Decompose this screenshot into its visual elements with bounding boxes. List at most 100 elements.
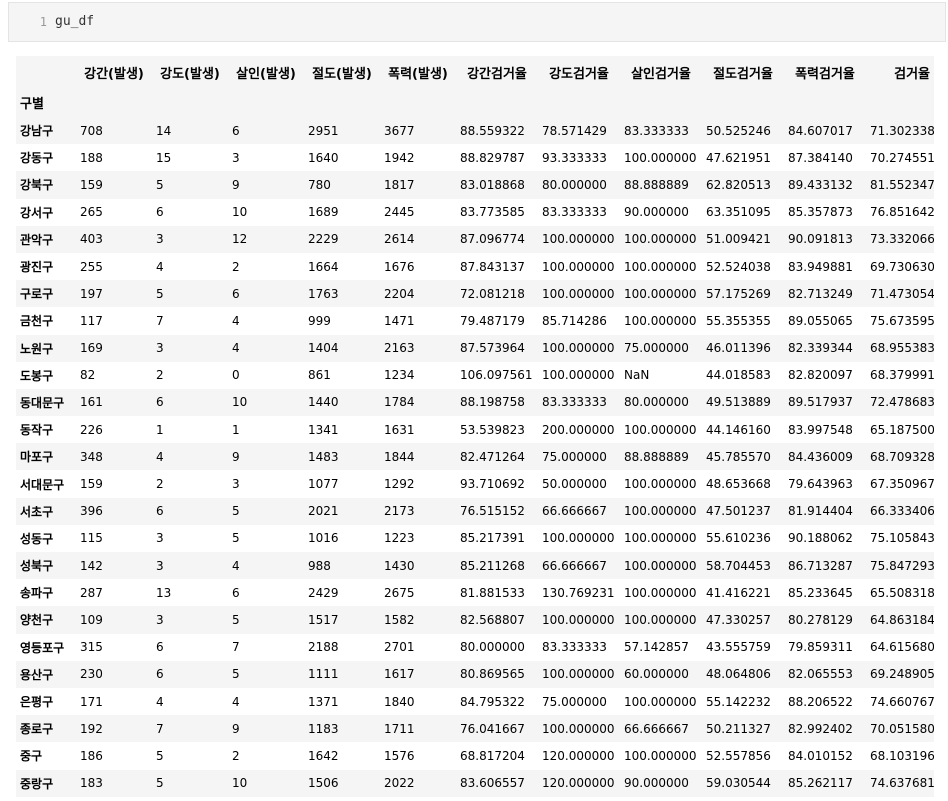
table-cell: 71.302338 [870, 123, 934, 138]
table-cell: 100.000000 [542, 232, 615, 247]
table-cell: 4 [156, 449, 164, 464]
table-cell: 1840 [384, 694, 415, 709]
table-row: 용산구 230 6 5 1111 1617 80.869565 100.000000 60.00… [16, 660, 934, 688]
table-cell: 120.000000 [542, 748, 615, 763]
table-cell: 90.000000 [624, 776, 689, 791]
table-cell: 2675 [384, 585, 415, 600]
table-cell: 115 [80, 531, 103, 546]
table-cell: 48.064806 [706, 667, 771, 682]
code-cell-input[interactable]: 1 gu_df [8, 2, 946, 42]
row-index: 강남구 [20, 124, 54, 139]
table-cell: 68.955383 [870, 341, 934, 356]
table-cell: 81.881533 [460, 585, 525, 600]
column-header: 폭력(발생) [380, 56, 456, 88]
table-cell: 41.416221 [706, 585, 771, 600]
table-cell: 100.000000 [624, 558, 697, 573]
table-cell: 2 [232, 748, 240, 763]
table-cell: 780 [308, 177, 331, 192]
table-cell: 88.559322 [460, 123, 525, 138]
table-cell: 7 [156, 313, 164, 328]
row-index: 강서구 [20, 205, 54, 220]
table-cell: 89.517937 [788, 395, 853, 410]
table-cell: 1631 [384, 422, 415, 437]
table-cell: 2 [156, 477, 164, 492]
table-cell: 81.914404 [788, 504, 853, 519]
table-cell: 396 [80, 504, 103, 519]
table-cell: 3 [232, 150, 240, 165]
row-index: 마포구 [20, 450, 54, 465]
cell-output: 강간(발생) 강도(발생) 살인(발생) 절도(발생) 폭력(발생) 강간검거율… [16, 56, 934, 797]
table-cell: 52.524038 [706, 259, 771, 274]
table-cell: 46.011396 [706, 341, 771, 356]
table-cell: 63.351095 [706, 205, 771, 220]
table-cell: 2173 [384, 504, 415, 519]
table-cell: 65.187500 [870, 422, 934, 437]
table-row: 중랑구 183 5 10 1506 2022 83.606557 120.000000 90.0… [16, 769, 934, 797]
table-cell: 5 [232, 612, 240, 627]
table-cell: 100.000000 [624, 477, 697, 492]
table-cell: 9 [232, 449, 240, 464]
table-cell: 83.773585 [460, 205, 525, 220]
table-cell: 1234 [384, 368, 415, 383]
table-cell: 9 [232, 177, 240, 192]
table-cell: 1111 [308, 667, 339, 682]
table-cell: 6 [156, 504, 164, 519]
index-name: 구별 [16, 88, 76, 117]
table-cell: 1506 [308, 776, 339, 791]
table-row: 동작구 226 1 1 1341 1631 53.539823 200.000000 100.0… [16, 416, 934, 444]
table-cell: 12 [232, 232, 248, 247]
row-index: 종로구 [20, 722, 54, 737]
table-cell: 1711 [384, 721, 415, 736]
table-cell: 1292 [384, 477, 415, 492]
table-cell: 50.211327 [706, 721, 771, 736]
table-cell: 1942 [384, 150, 415, 165]
table-cell: 5 [156, 177, 164, 192]
line-number: 1 [39, 15, 47, 29]
table-row: 영등포구 315 6 7 2188 2701 80.000000 83.333333 57.14… [16, 633, 934, 661]
table-cell: 47.330257 [706, 612, 771, 627]
table-cell: 88.888889 [624, 177, 689, 192]
table-cell: 75.673595 [870, 313, 934, 328]
table-cell: 100.000000 [542, 531, 615, 546]
row-index: 도봉구 [20, 368, 54, 383]
table-row: 강서구 265 6 10 1689 2445 83.773585 83.333333 90.00… [16, 198, 934, 226]
table-cell: 87.843137 [460, 259, 525, 274]
table-cell: 69.248905 [870, 667, 934, 682]
table-cell: 82.713249 [788, 286, 853, 301]
row-index: 광진구 [20, 260, 54, 275]
table-cell: 403 [80, 232, 103, 247]
table-cell: 84.607017 [788, 123, 853, 138]
code-text[interactable]: gu_df [55, 3, 94, 41]
table-cell: 75.000000 [624, 341, 689, 356]
table-cell: 89.055065 [788, 313, 853, 328]
table-cell: 188 [80, 150, 103, 165]
table-cell: 55.142232 [706, 694, 771, 709]
table-cell: 83.606557 [460, 776, 525, 791]
table-cell: 1817 [384, 177, 415, 192]
table-cell: 1582 [384, 612, 415, 627]
table-cell: 79.487179 [460, 313, 525, 328]
table-cell: 100.000000 [624, 259, 697, 274]
row-index: 구로구 [20, 287, 54, 302]
table-cell: 100.000000 [542, 341, 615, 356]
table-cell: 4 [232, 558, 240, 573]
column-header-row: 강간(발생) 강도(발생) 살인(발생) 절도(발생) 폭력(발생) 강간검거율… [16, 56, 934, 88]
column-header: 살인(발생) [228, 56, 304, 88]
table-cell: 88.829787 [460, 150, 525, 165]
table-row: 강남구 708 14 6 2951 3677 88.559322 78.571429 83.33… [16, 117, 934, 145]
table-cell: 73.332066 [870, 232, 934, 247]
table-cell: 265 [80, 205, 103, 220]
table-cell: NaN [624, 368, 650, 383]
table-cell: 82.471264 [460, 449, 525, 464]
table-cell: 100.000000 [624, 313, 697, 328]
table-row: 노원구 169 3 4 1404 2163 87.573964 100.000000 75.00… [16, 334, 934, 362]
table-cell: 2021 [308, 504, 339, 519]
table-cell: 5 [232, 504, 240, 519]
row-index: 노원구 [20, 341, 54, 356]
table-cell: 82.568807 [460, 612, 525, 627]
table-cell: 44.018583 [706, 368, 771, 383]
table-cell: 55.610236 [706, 531, 771, 546]
table-row: 강북구 159 5 9 780 1817 83.018868 80.000000 88.8888… [16, 171, 934, 199]
table-cell: 5 [232, 667, 240, 682]
table-cell: 1576 [384, 748, 415, 763]
